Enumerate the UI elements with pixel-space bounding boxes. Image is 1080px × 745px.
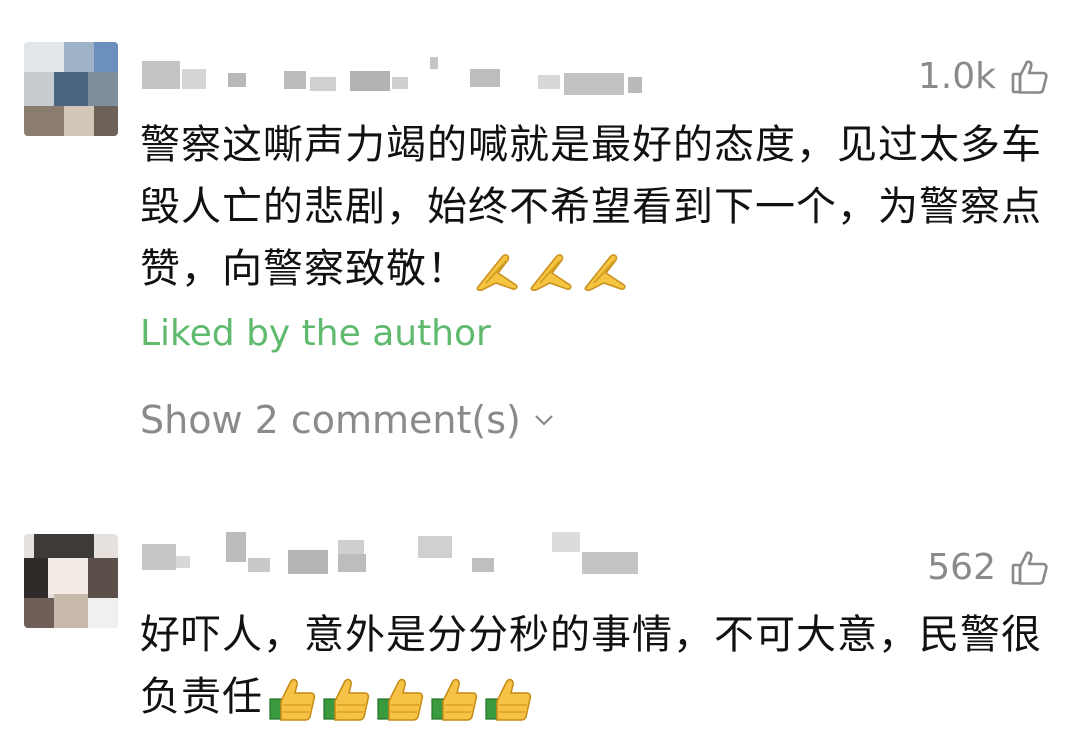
thumbs-up-emoji <box>269 678 316 721</box>
show-replies-label: Show 2 comment(s) <box>140 398 521 442</box>
liked-by-author-label: Liked by the author <box>140 313 491 354</box>
thumbs-up-emoji <box>485 678 532 721</box>
pray-emoji <box>584 254 626 291</box>
thumbs-up-emoji <box>377 678 424 721</box>
pray-emoji <box>476 254 518 291</box>
like-count-button[interactable]: 562 <box>927 547 1050 588</box>
show-replies-button[interactable]: Show 2 comment(s) <box>140 398 555 442</box>
pray-emoji <box>530 254 572 291</box>
comment-text: 警察这嘶声力竭的喊就是最好的态度，见过太多车毁人亡的悲剧，始终不希望看到下一个，… <box>140 114 1060 300</box>
chevron-down-icon <box>535 415 553 426</box>
like-count: 562 <box>927 547 996 588</box>
thumbs-up-icon[interactable] <box>1010 57 1050 97</box>
comment-text: 好吓人，意外是分分秒的事情，不可大意，民警很负责任 <box>140 604 1060 728</box>
thumbs-up-emoji <box>323 678 370 721</box>
avatar[interactable] <box>24 42 118 136</box>
username-redacted[interactable] <box>142 55 662 97</box>
thumbs-up-icon[interactable] <box>1010 548 1050 588</box>
avatar[interactable] <box>24 534 118 628</box>
thumbs-up-emoji <box>431 678 478 721</box>
like-count: 1.0k <box>917 56 996 97</box>
comment-item: 562 好吓人，意外是分分秒的事情，不可大意，民警很负责任 <box>0 520 1080 745</box>
comment-item: 1.0k 警察这嘶声力竭的喊就是最好的态度，见过太多车毁人亡的悲剧，始终不希望看… <box>0 0 1080 480</box>
username-redacted[interactable] <box>142 532 662 574</box>
like-count-button[interactable]: 1.0k <box>918 56 1050 97</box>
